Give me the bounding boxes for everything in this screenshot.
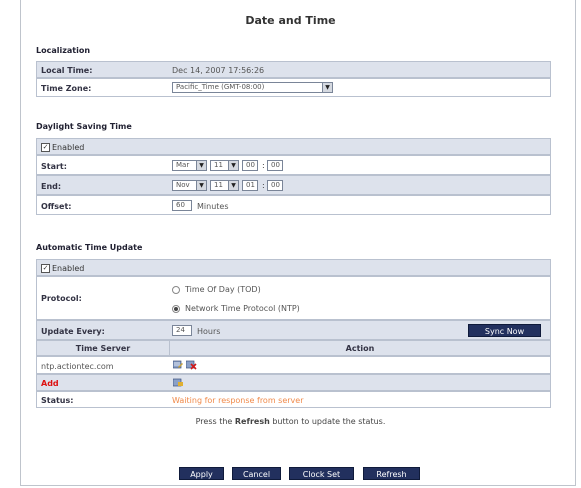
radio-on-icon xyxy=(172,304,180,313)
dst-heading: Daylight Saving Time xyxy=(36,122,132,131)
end-month-value: Nov xyxy=(176,181,190,189)
col-time-server: Time Server xyxy=(75,344,131,353)
end-hour-input[interactable]: 01 xyxy=(242,180,258,191)
offset-input[interactable]: 60 xyxy=(172,200,192,211)
edit-icon[interactable] xyxy=(172,360,183,369)
auto-enabled-label: Enabled xyxy=(52,264,85,273)
protocol-tod-label: Time Of Day (TOD) xyxy=(185,285,261,294)
dst-offset-label: Offset: xyxy=(41,202,72,211)
dst-start-label: Start: xyxy=(41,162,67,171)
localization-heading: Localization xyxy=(36,46,91,55)
chevron-down-icon: ▼ xyxy=(196,181,206,190)
chevron-down-icon: ▼ xyxy=(322,83,332,92)
chevron-down-icon: ▼ xyxy=(196,161,206,170)
end-minute-input[interactable]: 00 xyxy=(267,180,283,191)
time-zone-row: Time Zone: Pacific_Time (GMT-08:00) ▼ xyxy=(36,78,551,97)
local-time-label: Local Time: xyxy=(41,66,93,75)
protocol-ntp-option[interactable]: Network Time Protocol (NTP) xyxy=(172,304,300,313)
protocol-row: Protocol: Time Of Day (TOD) Network Time… xyxy=(36,276,551,320)
local-time-value: Dec 14, 2007 17:56:26 xyxy=(172,66,265,75)
server-row: ntp.actiontec.com xyxy=(36,356,551,374)
protocol-tod-option[interactable]: Time Of Day (TOD) xyxy=(172,285,261,294)
auto-enabled-checkbox[interactable]: ✓ Enabled xyxy=(41,264,84,273)
hint-bold: Refresh xyxy=(234,417,270,426)
start-day-select[interactable]: 11 ▼ xyxy=(210,160,239,171)
dst-start-row: Start: Mar ▼ 11 ▼ 00 : 00 xyxy=(36,155,551,175)
status-value: Waiting for response from server xyxy=(172,396,304,405)
time-zone-select[interactable]: Pacific_Time (GMT-08:00) ▼ xyxy=(172,82,333,93)
local-time-row: Local Time: Dec 14, 2007 17:56:26 xyxy=(36,61,551,78)
server-header-row: Time Server Action xyxy=(36,340,551,356)
hint-text-end: button to update the status. xyxy=(269,417,386,426)
chevron-down-icon: ▼ xyxy=(228,181,238,190)
status-row: Status: Waiting for response from server xyxy=(36,391,551,408)
page-title: Date and Time xyxy=(245,14,336,27)
radio-off-icon xyxy=(172,285,180,294)
delete-icon[interactable] xyxy=(185,360,197,370)
cancel-button[interactable]: Cancel xyxy=(232,467,281,480)
refresh-hint: Press the Refresh button to update the s… xyxy=(0,417,581,426)
protocol-ntp-label: Network Time Protocol (NTP) xyxy=(185,304,300,313)
checkmark-icon: ✓ xyxy=(41,143,50,152)
time-zone-label: Time Zone: xyxy=(41,84,92,93)
end-day-select[interactable]: 11 ▼ xyxy=(210,180,239,191)
update-every-label: Update Every: xyxy=(41,327,105,336)
time-separator: : xyxy=(262,181,265,190)
clock-set-button[interactable]: Clock Set xyxy=(289,467,354,480)
update-every-row: Update Every: 24 Hours Sync Now xyxy=(36,320,551,340)
time-separator: : xyxy=(262,161,265,170)
protocol-label: Protocol: xyxy=(41,294,82,303)
add-row: Add xyxy=(36,374,551,391)
dst-enabled-checkbox[interactable]: ✓ Enabled xyxy=(41,143,84,152)
dst-end-row: End: Nov ▼ 11 ▼ 01 : 00 xyxy=(36,175,551,195)
start-hour-input[interactable]: 00 xyxy=(242,160,258,171)
dst-end-label: End: xyxy=(41,182,62,191)
offset-unit: Minutes xyxy=(197,202,229,211)
start-month-select[interactable]: Mar ▼ xyxy=(172,160,207,171)
dst-offset-row: Offset: 60 Minutes xyxy=(36,195,551,215)
hint-text: Press the xyxy=(195,417,235,426)
apply-button[interactable]: Apply xyxy=(179,467,224,480)
start-month-value: Mar xyxy=(176,161,190,169)
start-minute-input[interactable]: 00 xyxy=(267,160,283,171)
end-month-select[interactable]: Nov ▼ xyxy=(172,180,207,191)
col-action: Action xyxy=(345,344,375,353)
dst-enabled-row: ✓ Enabled xyxy=(36,138,551,155)
server-name: ntp.actiontec.com xyxy=(41,362,114,371)
sync-now-button[interactable]: Sync Now xyxy=(468,324,541,337)
end-day-value: 11 xyxy=(214,181,223,189)
dst-enabled-label: Enabled xyxy=(52,143,85,152)
update-every-input[interactable]: 24 xyxy=(172,325,192,336)
chevron-down-icon: ▼ xyxy=(228,161,238,170)
start-day-value: 11 xyxy=(214,161,223,169)
refresh-button[interactable]: Refresh xyxy=(363,467,420,480)
auto-enabled-row: ✓ Enabled xyxy=(36,259,551,276)
checkmark-icon: ✓ xyxy=(41,264,50,273)
time-zone-select-value: Pacific_Time (GMT-08:00) xyxy=(176,83,265,91)
status-label: Status: xyxy=(41,396,74,405)
add-entry-icon[interactable] xyxy=(172,378,183,387)
auto-update-heading: Automatic Time Update xyxy=(36,243,143,252)
update-unit: Hours xyxy=(197,327,221,336)
add-link[interactable]: Add xyxy=(41,379,59,388)
